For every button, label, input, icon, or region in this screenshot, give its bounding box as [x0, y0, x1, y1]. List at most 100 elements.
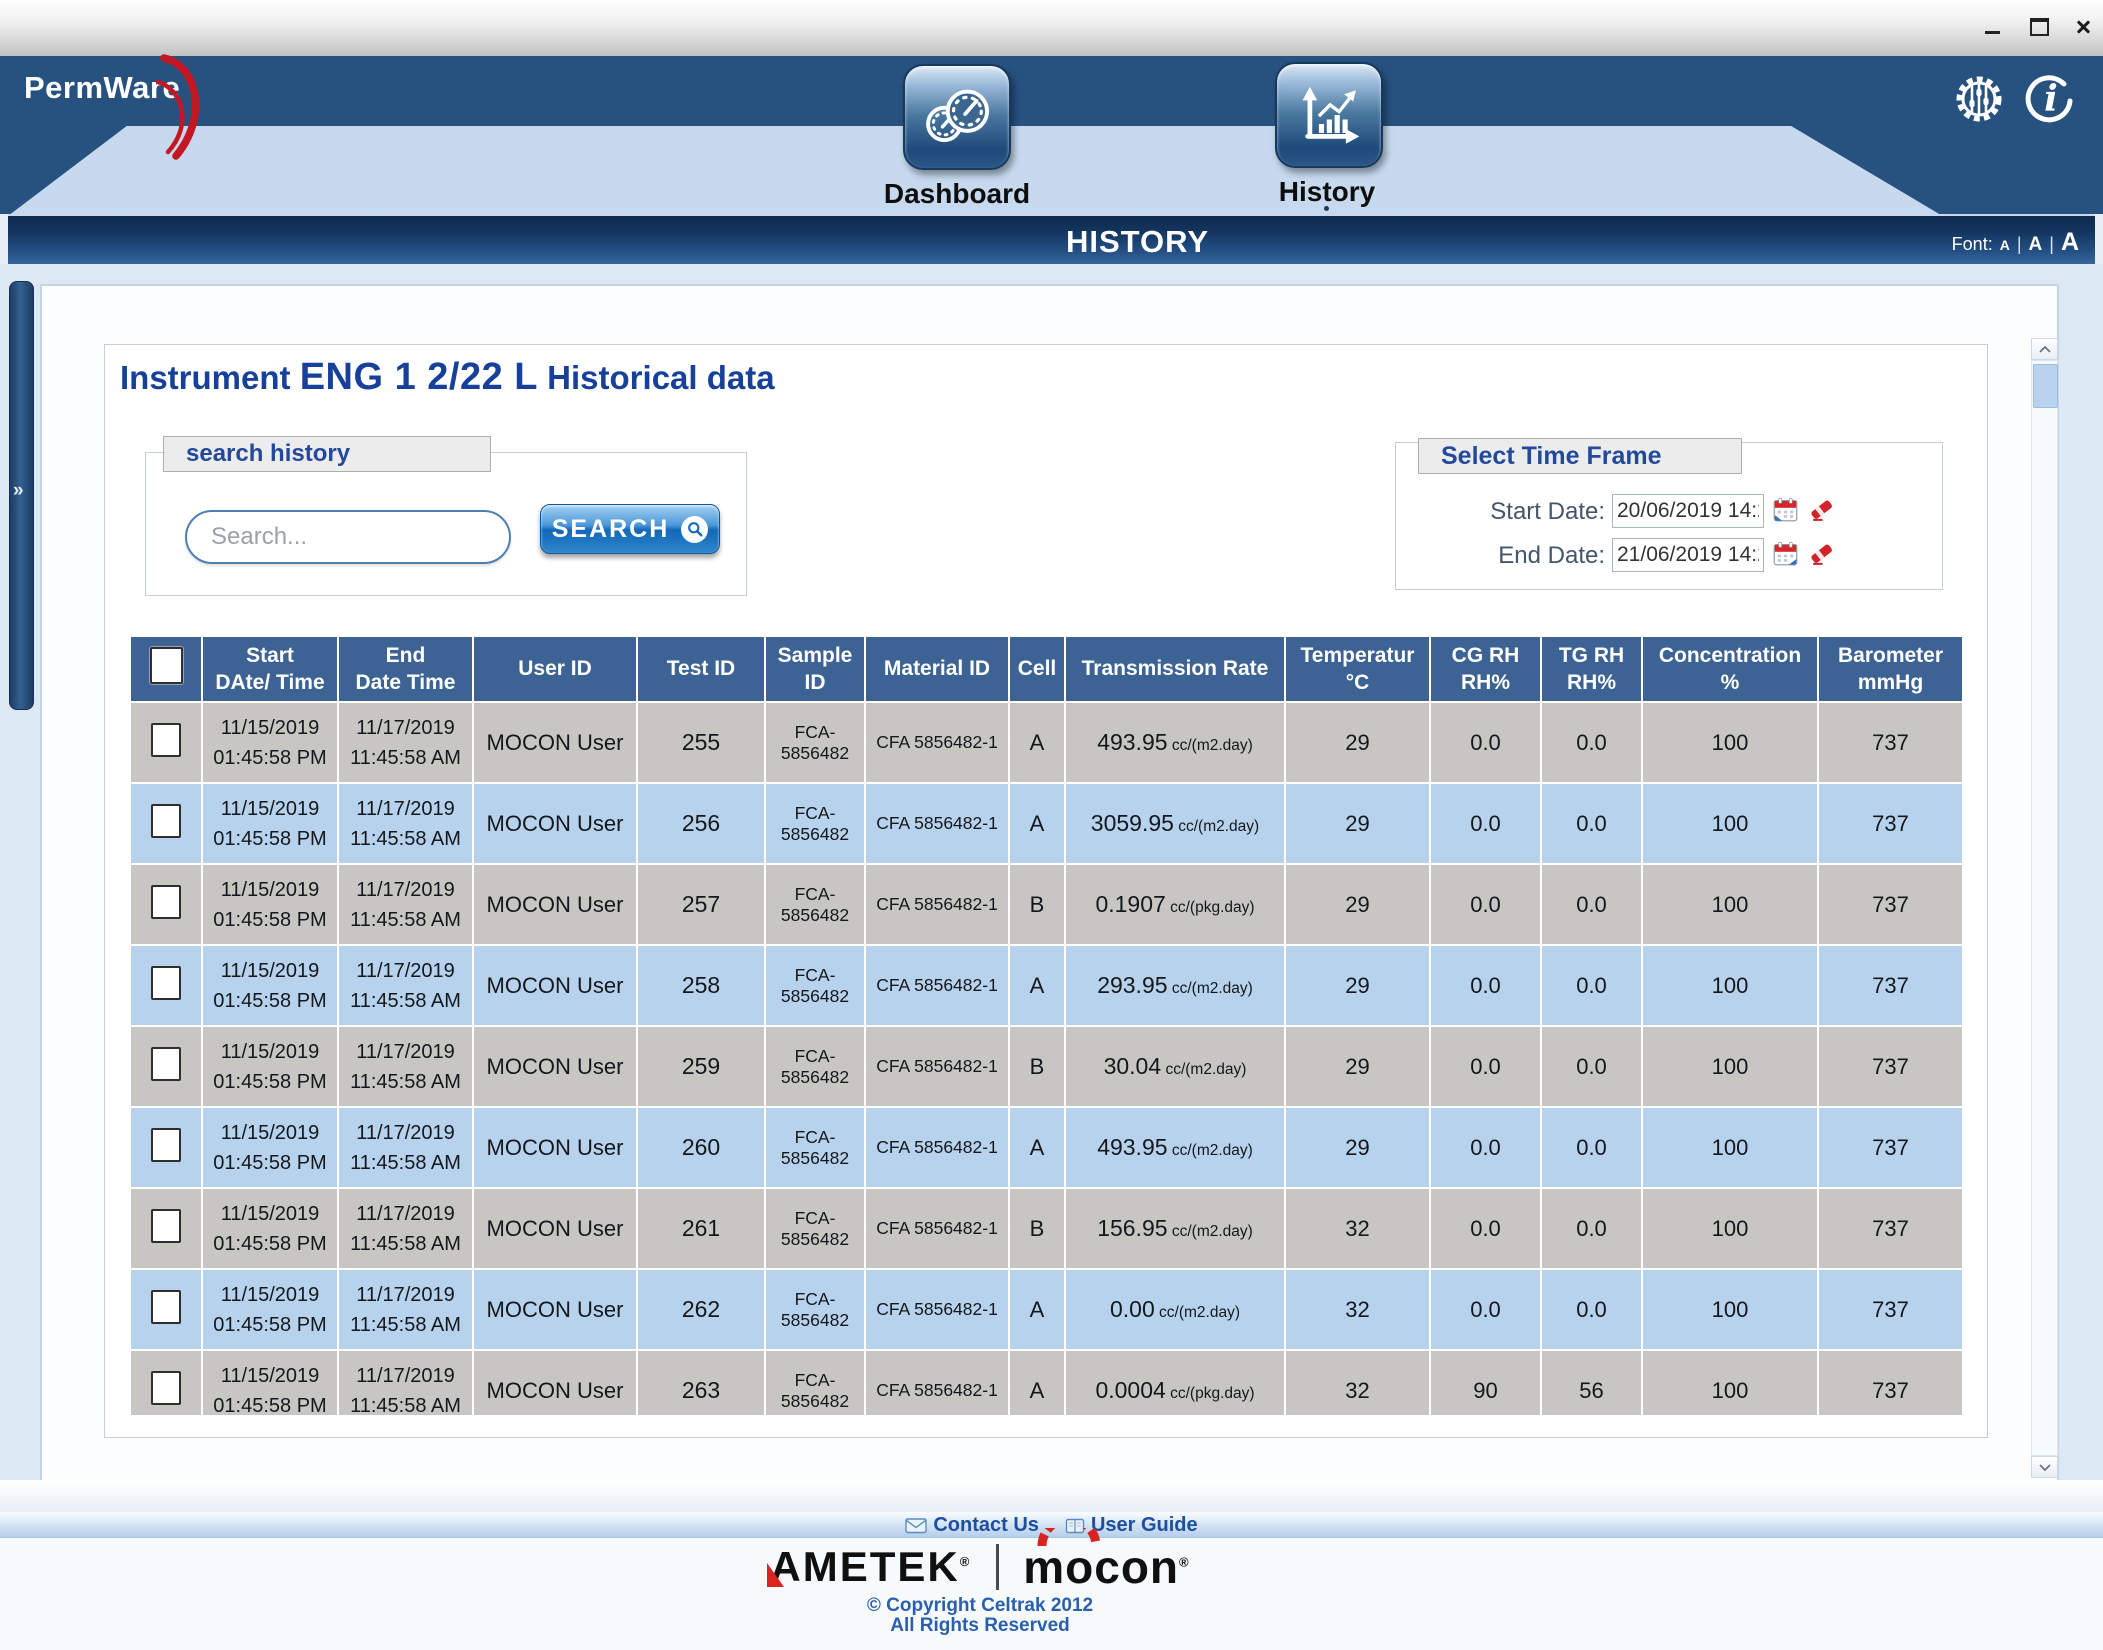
row-checkbox[interactable] — [151, 1371, 181, 1405]
table-row: 11/15/201901:45:58 PM11/17/201911:45:58 … — [131, 1027, 1962, 1106]
search-input[interactable] — [185, 510, 511, 564]
start-date-calendar-icon[interactable] — [1772, 496, 1799, 523]
cell-start-datetime: 11/15/201901:45:58 PM — [203, 784, 337, 863]
cell-select — [131, 1270, 201, 1349]
cell-concentration: 100 — [1643, 865, 1817, 944]
cell-transmission-rate: 0.00 cc/(m2.day) — [1066, 1270, 1284, 1349]
scrollbar-thumb[interactable] — [2033, 364, 2058, 408]
cell-barometer: 737 — [1819, 1351, 1962, 1415]
cell-material-id: CFA 5856482-1 — [866, 703, 1008, 782]
ametek-red-triangle-icon — [767, 1563, 784, 1587]
start-date-input[interactable] — [1612, 494, 1764, 528]
cell-material-id: CFA 5856482-1 — [866, 1270, 1008, 1349]
row-checkbox[interactable] — [151, 966, 181, 1000]
start-date-clear-icon[interactable] — [1808, 496, 1835, 523]
row-checkbox[interactable] — [151, 1128, 181, 1162]
sidebar-expander[interactable]: » — [9, 281, 34, 710]
settings-button[interactable] — [1952, 72, 2006, 131]
nav-dashboard-label[interactable]: Dashboard — [872, 178, 1042, 210]
cell-material-id: CFA 5856482-1 — [866, 1189, 1008, 1268]
active-tab-dot — [1324, 206, 1329, 211]
row-checkbox[interactable] — [151, 885, 181, 919]
maximize-button[interactable] — [2022, 14, 2056, 40]
cell-transmission-rate: 493.95 cc/(m2.day) — [1066, 1108, 1284, 1187]
font-label: Font: — [1952, 234, 1993, 255]
info-icon: i — [2024, 74, 2076, 126]
page-title: HISTORY — [1066, 224, 1209, 260]
contact-us-link[interactable]: Contact Us — [905, 1514, 1039, 1537]
cell-barometer: 737 — [1819, 1189, 1962, 1268]
nav-history-button[interactable] — [1275, 62, 1383, 168]
column-header: End Date Time — [339, 637, 472, 701]
row-checkbox[interactable] — [151, 804, 181, 838]
end-date-clear-icon[interactable] — [1808, 540, 1835, 567]
gear-sliders-icon — [1952, 72, 2006, 126]
cell-temperature: 29 — [1286, 703, 1429, 782]
cell-test-id: 258 — [638, 946, 764, 1025]
cell-concentration: 100 — [1643, 1108, 1817, 1187]
expander-chevrons-icon: » — [13, 480, 24, 502]
page-heading: Instrument ENG 1 2/22 L Historical data — [120, 356, 775, 399]
column-header: Test ID — [638, 637, 764, 701]
application-window: PermWare i — [0, 0, 2103, 1650]
nav-dashboard-button[interactable] — [903, 64, 1011, 170]
brand-logos: AMETEK® mocon® — [0, 1540, 1960, 1594]
select-all-checkbox[interactable] — [150, 647, 183, 684]
minimize-button[interactable] — [1975, 14, 2009, 40]
column-header: Material ID — [866, 637, 1008, 701]
cell-sample-id: FCA-5856482 — [766, 1189, 864, 1268]
nav-history-label[interactable]: History — [1242, 176, 1412, 208]
cell-barometer: 737 — [1819, 784, 1962, 863]
row-checkbox[interactable] — [151, 1290, 181, 1324]
info-button[interactable]: i — [2024, 74, 2076, 131]
end-date-label: End Date: — [1455, 542, 1605, 570]
cell-start-datetime: 11/15/201901:45:58 PM — [203, 1108, 337, 1187]
font-large-button[interactable]: A — [2061, 228, 2079, 257]
row-checkbox[interactable] — [151, 1209, 181, 1243]
cell-user-id: MOCON User — [474, 1270, 636, 1349]
cell-barometer: 737 — [1819, 703, 1962, 782]
scrollbar-track[interactable] — [2031, 360, 2058, 1456]
cell-cell: A — [1010, 703, 1064, 782]
font-small-button[interactable]: A — [2000, 237, 2010, 253]
cell-sample-id: FCA-5856482 — [766, 1270, 864, 1349]
cell-temperature: 29 — [1286, 1108, 1429, 1187]
cell-select — [131, 1189, 201, 1268]
table-row: 11/15/201901:45:58 PM11/17/201911:45:58 … — [131, 1270, 1962, 1349]
row-checkbox[interactable] — [151, 1047, 181, 1081]
table-row: 11/15/201901:45:58 PM11/17/201911:45:58 … — [131, 1189, 1962, 1268]
window-titlebar — [0, 0, 2103, 57]
font-medium-button[interactable]: A — [2029, 234, 2043, 256]
cell-end-datetime: 11/17/201911:45:58 AM — [339, 865, 472, 944]
cell-barometer: 737 — [1819, 1270, 1962, 1349]
column-header: Concentration % — [1643, 637, 1817, 701]
cell-cg-rh: 90 — [1431, 1351, 1540, 1415]
ametek-logo: AMETEK® — [770, 1543, 971, 1591]
history-chart-icon — [1293, 79, 1365, 151]
cell-temperature: 32 — [1286, 1270, 1429, 1349]
font-size-control: Font: A | A | A — [1952, 228, 2079, 257]
cell-concentration: 100 — [1643, 1351, 1817, 1415]
table-row: 11/15/201901:45:58 PM11/17/201911:45:58 … — [131, 946, 1962, 1025]
table-header-row: Start DAte/ TimeEnd Date TimeUser IDTest… — [131, 637, 1962, 701]
cell-select — [131, 1351, 201, 1415]
select-all-header — [131, 637, 201, 701]
cell-select — [131, 1108, 201, 1187]
cell-test-id: 263 — [638, 1351, 764, 1415]
row-checkbox[interactable] — [151, 723, 181, 757]
table-row: 11/15/201901:45:58 PM11/17/201911:45:58 … — [131, 703, 1962, 782]
end-date-calendar-icon[interactable] — [1772, 540, 1799, 567]
cell-tg-rh: 56 — [1542, 1351, 1641, 1415]
cell-concentration: 100 — [1643, 1189, 1817, 1268]
cell-cg-rh: 0.0 — [1431, 946, 1540, 1025]
scrollbar-up-button[interactable] — [2031, 338, 2058, 360]
cell-sample-id: FCA-5856482 — [766, 1351, 864, 1415]
search-button[interactable]: SEARCH — [540, 504, 720, 554]
cell-transmission-rate: 30.04 cc/(m2.day) — [1066, 1027, 1284, 1106]
close-button[interactable] — [2066, 14, 2100, 40]
cell-tg-rh: 0.0 — [1542, 784, 1641, 863]
column-header: Transmission Rate — [1066, 637, 1284, 701]
end-date-input[interactable] — [1612, 538, 1764, 572]
cell-material-id: CFA 5856482-1 — [866, 1351, 1008, 1415]
scrollbar-down-button[interactable] — [2031, 1456, 2058, 1478]
